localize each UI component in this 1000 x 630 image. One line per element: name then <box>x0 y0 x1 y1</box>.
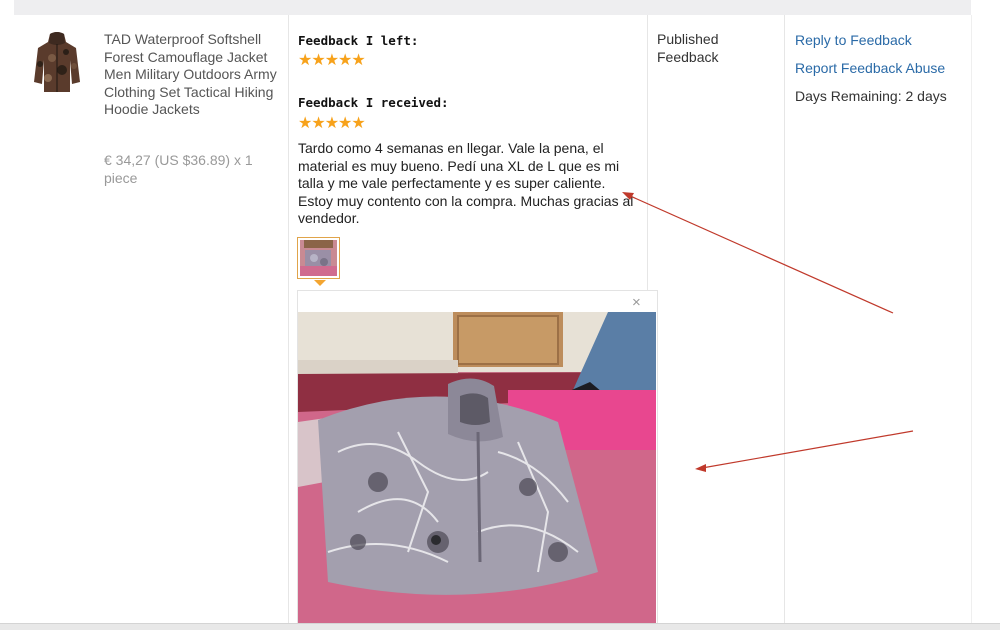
annotation-arrow-bottom-head <box>695 464 706 472</box>
review-photo-thumbnail[interactable] <box>297 237 340 279</box>
reply-to-feedback-link[interactable]: Reply to Feedback <box>795 32 912 49</box>
review-photo-large <box>298 312 656 625</box>
feedback-received-label: Feedback I received: <box>298 95 449 110</box>
feedback-status: Published Feedback <box>657 31 719 65</box>
popup-caret <box>314 280 326 286</box>
days-remaining: Days Remaining: 2 days <box>795 88 947 104</box>
review-text: Tardo como 4 semanas en llegar. Vale la … <box>298 140 634 226</box>
product-price: € 34,27 (US $36.89) x 1 piece <box>104 152 253 186</box>
top-bar <box>14 0 971 15</box>
column-divider-3 <box>784 15 785 625</box>
annotation-arrow-bottom <box>701 430 914 469</box>
column-divider-right <box>971 15 972 625</box>
annotation-arrow-top <box>627 194 894 314</box>
column-divider-1 <box>288 15 289 625</box>
review-photo-thumbnail-image <box>300 240 337 276</box>
feedback-left-label: Feedback I left: <box>298 33 419 48</box>
report-feedback-abuse-link[interactable]: Report Feedback Abuse <box>795 60 945 77</box>
feedback-left-stars: ★★★★★ <box>298 52 366 69</box>
close-icon[interactable]: × <box>632 295 641 311</box>
product-title[interactable]: TAD Waterproof Softshell Forest Camoufla… <box>104 31 284 119</box>
product-thumbnail[interactable] <box>32 30 82 94</box>
feedback-received-stars: ★★★★★ <box>298 115 366 132</box>
